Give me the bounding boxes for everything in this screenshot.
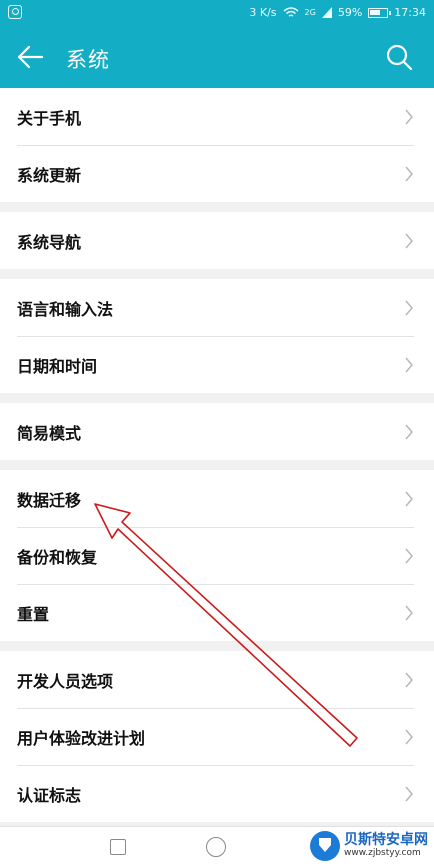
wifi-icon [283,6,299,17]
app-bar: 系统 [0,26,434,88]
settings-item-data-migration[interactable]: 数据迁移 [0,470,434,527]
page-title: 系统 [66,48,110,72]
network-speed: 3 K/s [249,6,277,19]
chevron-right-icon [405,729,413,745]
chevron-right-icon [405,672,413,688]
chevron-right-icon [405,166,413,182]
settings-group: 关于手机 系统更新 [0,88,434,202]
chevron-right-icon [405,605,413,621]
chevron-right-icon [405,548,413,564]
group-divider [0,641,434,651]
battery-icon [368,7,392,18]
chevron-right-icon [405,300,413,316]
clock: 17:34 [394,6,426,19]
notification-icon [8,5,22,19]
recent-apps-button[interactable] [110,839,126,855]
settings-group: 开发人员选项 用户体验改进计划 认证标志 [0,651,434,822]
settings-item-label: 关于手机 [17,108,82,128]
settings-item-label: 认证标志 [17,785,82,805]
chevron-right-icon [405,109,413,125]
chevron-right-icon [405,424,413,440]
settings-group: 简易模式 [0,403,434,460]
settings-item-system-update[interactable]: 系统更新 [0,145,434,202]
settings-list: 关于手机 系统更新 系统导航 语言和输入法 日期和时间 简易模式 数据迁移 备份… [0,88,434,822]
network-type: 2G [304,8,316,17]
settings-item-system-navigation[interactable]: 系统导航 [0,212,434,269]
settings-item-reset[interactable]: 重置 [0,584,434,641]
back-arrow-icon[interactable] [14,41,46,73]
settings-group: 数据迁移 备份和恢复 重置 [0,470,434,641]
watermark-logo-icon [310,831,340,861]
group-divider [0,460,434,470]
chevron-right-icon [405,491,413,507]
chevron-right-icon [405,233,413,249]
watermark-main-text: 贝斯特安卓网 [344,832,428,849]
status-right: 3 K/s 2G 59% 17:34 [249,6,426,19]
settings-item-label: 开发人员选项 [17,671,114,691]
settings-item-about-phone[interactable]: 关于手机 [0,88,434,145]
status-bar: 3 K/s 2G 59% 17:34 [0,0,434,26]
settings-item-label: 用户体验改进计划 [17,728,146,748]
group-divider [0,202,434,212]
search-icon[interactable] [384,42,414,72]
watermark-url: www.zjbstyy.com [344,847,421,858]
home-button[interactable] [206,837,226,857]
group-divider [0,269,434,279]
group-divider [0,393,434,403]
settings-item-certification[interactable]: 认证标志 [0,765,434,822]
settings-item-label: 系统导航 [17,232,82,252]
signal-icon [321,7,332,18]
site-watermark: 贝斯特安卓网 www.zjbstyy.com [306,829,432,863]
settings-item-date-time[interactable]: 日期和时间 [0,336,434,393]
settings-item-label: 系统更新 [17,165,82,185]
settings-item-developer-options[interactable]: 开发人员选项 [0,651,434,708]
settings-item-label: 语言和输入法 [17,299,114,319]
settings-item-simple-mode[interactable]: 简易模式 [0,403,434,460]
settings-item-label: 日期和时间 [17,356,98,376]
settings-item-label: 简易模式 [17,423,82,443]
settings-item-user-experience[interactable]: 用户体验改进计划 [0,708,434,765]
settings-item-label: 备份和恢复 [17,547,98,567]
chevron-right-icon [405,786,413,802]
settings-item-backup-restore[interactable]: 备份和恢复 [0,527,434,584]
settings-item-label: 重置 [17,604,50,624]
settings-item-label: 数据迁移 [17,490,82,510]
settings-group: 系统导航 [0,212,434,269]
settings-item-language-input[interactable]: 语言和输入法 [0,279,434,336]
chevron-right-icon [405,357,413,373]
battery-percent: 59% [337,6,363,19]
settings-group: 语言和输入法 日期和时间 [0,279,434,393]
